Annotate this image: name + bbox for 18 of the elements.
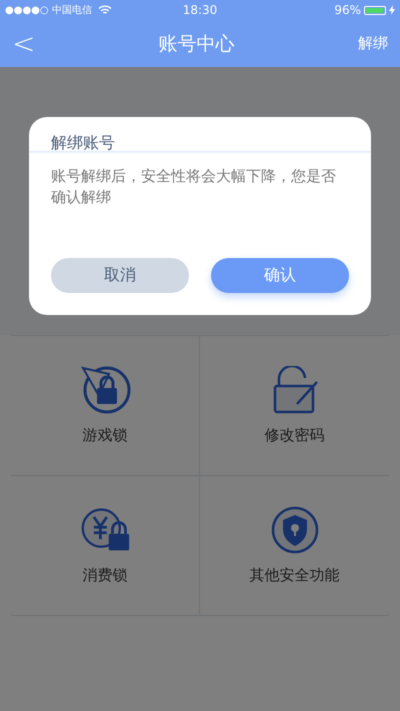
battery-percent: 96% — [334, 3, 361, 17]
page-title: 账号中心 — [158, 32, 235, 56]
grid-label: 游戏锁 — [82, 426, 128, 445]
carrier-label: ●●●●○ 中国电信 — [5, 4, 92, 17]
grid-label: 消费锁 — [82, 566, 128, 585]
battery-icon — [364, 6, 386, 14]
wifi-icon — [98, 5, 112, 15]
cancel-button[interactable]: 取消 — [51, 258, 189, 293]
grid-label: 修改密码 — [264, 426, 324, 445]
unbind-link[interactable]: 解绑 — [358, 34, 388, 53]
status-time: 18:30 — [182, 3, 218, 17]
back-button[interactable]: < — [12, 30, 36, 58]
grid-label: 其他安全功能 — [250, 566, 340, 585]
dialog-title: 解绑账号 — [50, 132, 116, 151]
confirm-button[interactable]: 确认 — [211, 258, 349, 293]
charging-icon — [389, 5, 395, 15]
dialog-message: 账号解绑后，安全性将会大幅下降，您是否确认解绑 — [50, 166, 337, 208]
leaf-lock-icon[interactable] — [79, 366, 131, 414]
